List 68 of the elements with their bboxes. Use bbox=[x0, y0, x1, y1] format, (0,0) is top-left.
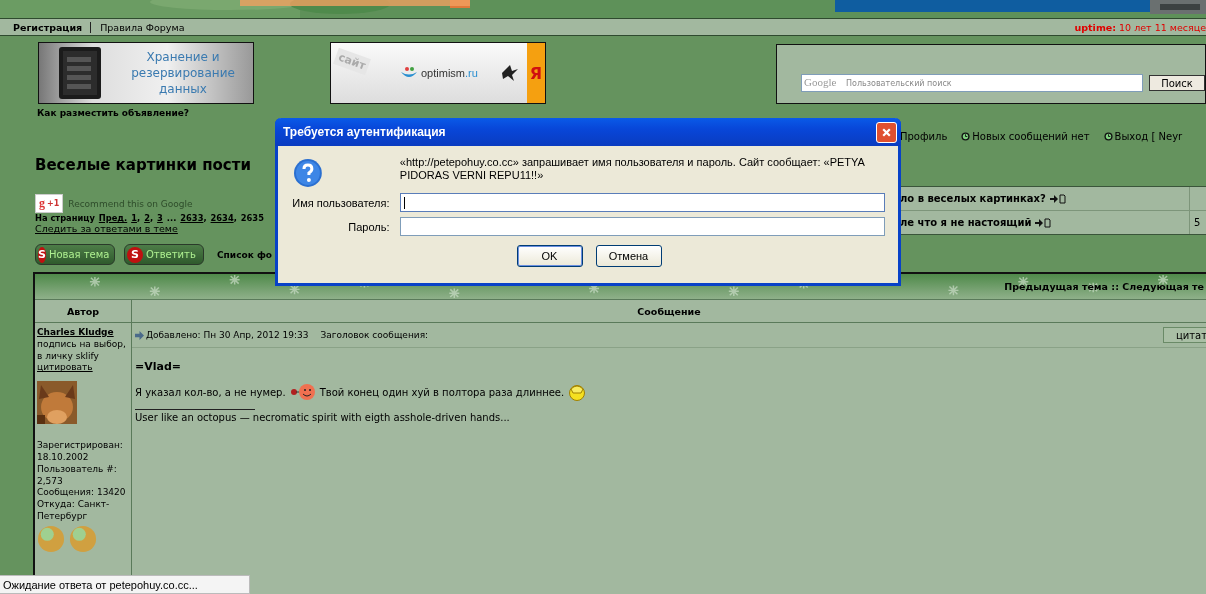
forum-list-link[interactable]: Список фо bbox=[217, 249, 272, 260]
action-button[interactable]: S Ответить bbox=[124, 244, 204, 265]
banner-text: сайт bbox=[333, 47, 371, 76]
author-name[interactable]: Charles Kludge bbox=[37, 327, 131, 339]
dialog-button[interactable]: Отмена bbox=[595, 245, 662, 267]
figure-icon bbox=[499, 63, 520, 83]
signature-text: User like an octopus — necromatic spirit with eigth asshole-driven hands... bbox=[135, 412, 510, 423]
table-cell: 5 bbox=[1189, 211, 1206, 234]
google-plus-button[interactable]: g +1 bbox=[35, 194, 64, 213]
optimism-banner[interactable]: сайт optimism.ru Я bbox=[330, 42, 546, 104]
dialog-message: «http://petepohuy.co.cc» запрашивает имя пользователя и пароль. Сайт сообщает: «PETYA PIDORAS VERNI REPU11!!» bbox=[399, 156, 866, 182]
status-text: Ожидание ответа от petepohuy.co.cc... bbox=[0, 575, 250, 594]
uptime-text: uptime: 10 лет 11 месяце bbox=[1074, 21, 1206, 33]
field-label: Пароль: bbox=[347, 220, 390, 233]
arrow-icon bbox=[135, 330, 144, 340]
page-link[interactable]: 3 bbox=[157, 213, 163, 223]
profile-info: Откуда: Санкт-Петербург bbox=[37, 499, 111, 523]
column-header: Сообщение bbox=[636, 304, 702, 319]
quote-button[interactable]: цитат bbox=[1162, 327, 1206, 343]
recommend-text: Recommend this on Google bbox=[68, 198, 193, 209]
nav-link[interactable]: Регистрация bbox=[10, 21, 92, 33]
post-text: Твой конец один хуй в полтора раза длиннее. bbox=[319, 386, 565, 398]
page-navigation: На страницу Пред. 1, 2, 3 ... 2633, 2634, 2635 bbox=[35, 213, 264, 223]
letter-tab: Я bbox=[527, 43, 545, 103]
topic-link[interactable]: ло в веселых картинках? bbox=[900, 193, 1046, 204]
close-button[interactable] bbox=[876, 121, 897, 143]
swirl-logo-icon bbox=[399, 66, 419, 80]
topic-title: Веселые картинки пости bbox=[35, 156, 251, 174]
search-button[interactable]: Поиск bbox=[1149, 75, 1205, 91]
subject-label: Заголовок сообщения: bbox=[320, 330, 429, 340]
orb-icon bbox=[69, 524, 97, 553]
input-field[interactable] bbox=[399, 193, 885, 212]
profile-info: Сообщения: 13420 bbox=[37, 487, 127, 500]
goto-icon bbox=[1049, 193, 1066, 204]
close-icon bbox=[881, 126, 892, 138]
profile-info: Зарегистрирован: 18.10.2002 bbox=[37, 440, 124, 464]
field-label: Имя пользователя: bbox=[291, 196, 390, 209]
watch-topic-link[interactable]: Следить за ответами в теме bbox=[35, 223, 178, 234]
question-icon bbox=[293, 158, 323, 188]
search-logo: Google bbox=[804, 76, 837, 89]
post-text: =Vlad= bbox=[135, 360, 181, 373]
nav-link[interactable]: Правила Форума bbox=[97, 21, 193, 33]
banner-text: Хранение и резервирование данных bbox=[130, 49, 236, 97]
dialog-button[interactable]: OK bbox=[516, 245, 583, 267]
topic-link[interactable]: ле что я не настоящий bbox=[900, 217, 1032, 228]
smiley-icon bbox=[289, 383, 316, 401]
dialog-title: Требуется аутентификация bbox=[283, 125, 446, 139]
goto-icon bbox=[1035, 217, 1052, 228]
facepalm-smiley-icon bbox=[568, 383, 587, 401]
page-link[interactable]: Пред. bbox=[98, 213, 128, 223]
user-nav-link[interactable]: Профиль bbox=[900, 131, 948, 142]
storage-banner[interactable]: Хранение и резервирование данных bbox=[38, 42, 254, 104]
page-link[interactable]: 1 bbox=[131, 213, 137, 223]
post-text: Я указал кол-во, а не нумер. bbox=[135, 386, 286, 398]
user-nav-link[interactable]: Выход [ Neyr bbox=[1103, 131, 1183, 142]
banner-logo-text: optimism.ru bbox=[421, 67, 478, 79]
topic-navigation-text[interactable]: Предыдущая тема :: Следующая те bbox=[1004, 281, 1204, 292]
page-link[interactable]: 2 bbox=[144, 213, 150, 223]
page-link[interactable]: 2634 bbox=[210, 213, 234, 223]
input-field[interactable] bbox=[399, 217, 885, 236]
quote-link[interactable]: цитировать bbox=[37, 362, 131, 375]
user-nav-link[interactable]: Новых сообщений нет bbox=[961, 131, 1090, 142]
action-button[interactable]: S Новая тема bbox=[35, 244, 115, 265]
orb-icon bbox=[37, 524, 65, 553]
advertise-link[interactable]: Как разместить объявление? bbox=[37, 108, 190, 118]
profile-info: Пользователь #: 2,573 bbox=[37, 463, 118, 488]
column-header: Автор bbox=[35, 300, 132, 322]
post-date: Добавлено: Пн 30 Апр, 2012 19:33 bbox=[146, 330, 309, 340]
